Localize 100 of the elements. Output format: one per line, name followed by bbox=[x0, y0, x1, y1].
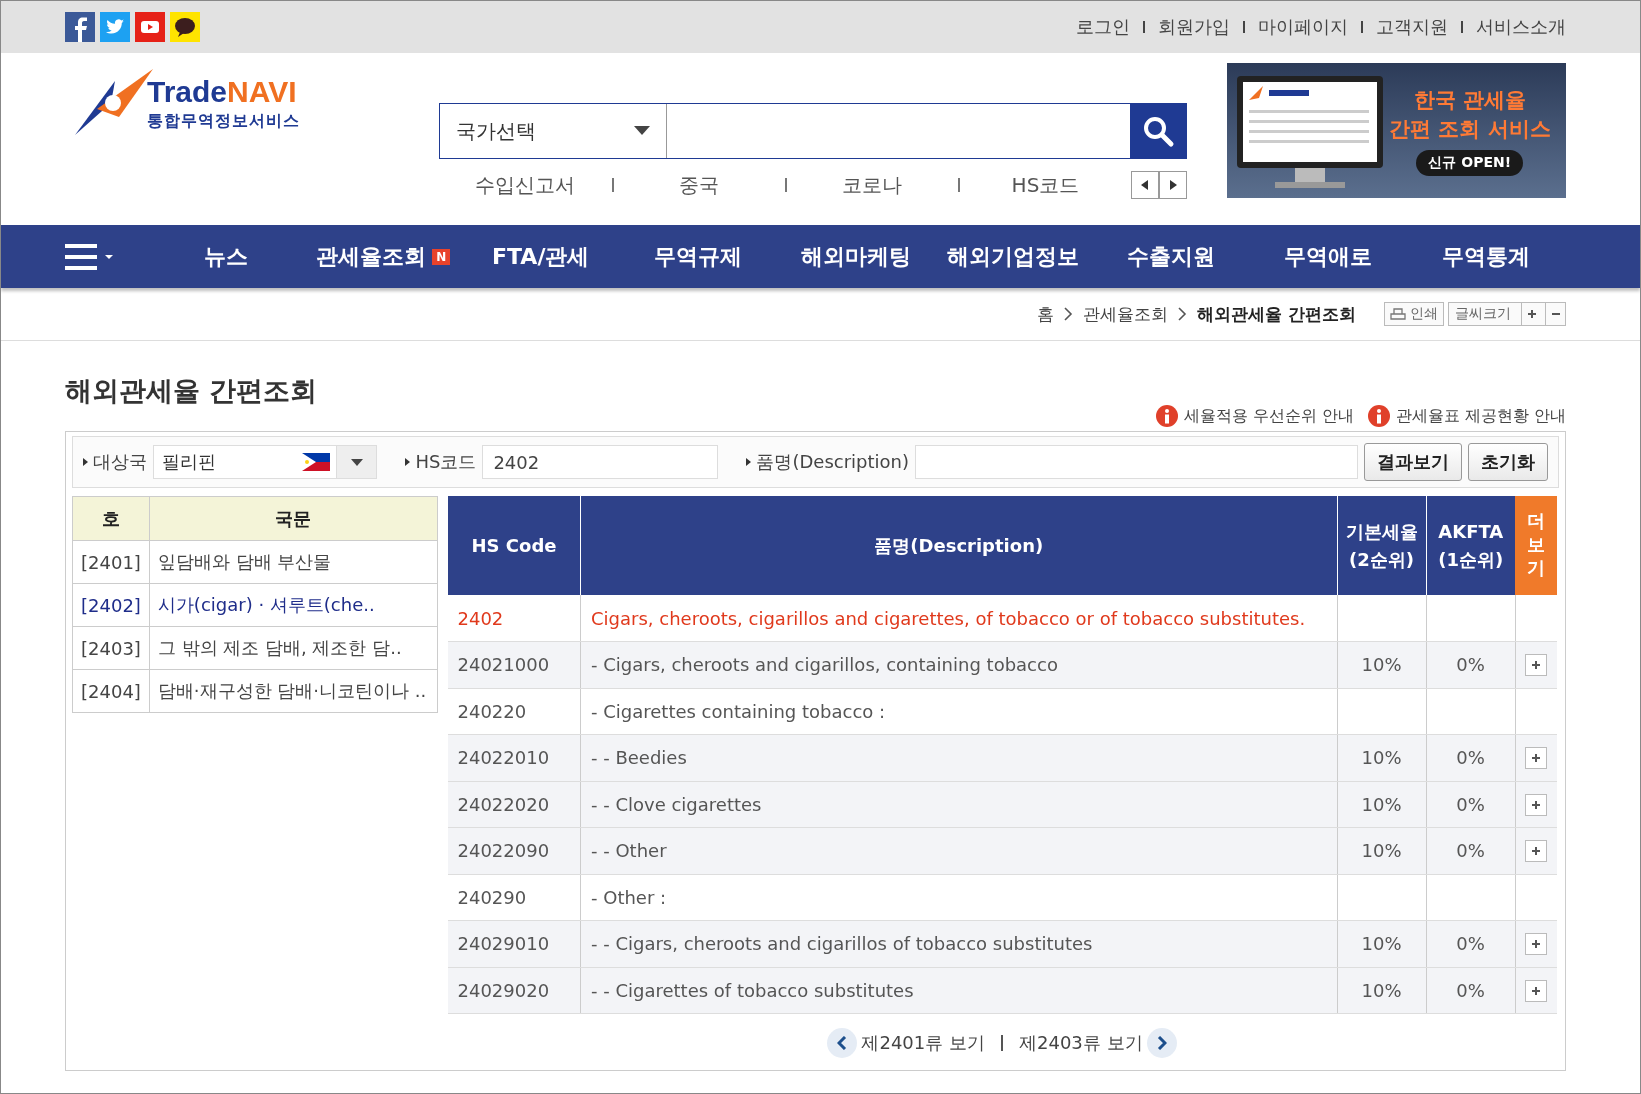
table-cell: 잎담배와 담배 부산물 bbox=[149, 540, 438, 584]
table-cell: [2402] bbox=[72, 583, 150, 627]
previous-button[interactable] bbox=[1131, 171, 1159, 199]
logo-title: TradeNAVI bbox=[147, 76, 298, 107]
plus-icon bbox=[1531, 660, 1542, 671]
country-label: 대상국 bbox=[83, 450, 147, 474]
filter-button[interactable]: 초기화 bbox=[1468, 443, 1548, 481]
table-cell: 240290 bbox=[447, 874, 581, 921]
description-field[interactable] bbox=[915, 445, 1358, 479]
column-header: 품명(Description) bbox=[580, 496, 1337, 595]
table-cell: 10% bbox=[1337, 967, 1426, 1014]
info-link[interactable]: 관세율표 제공현황 안내 bbox=[1367, 405, 1566, 427]
heading-row[interactable]: [2403] 그 밖의 제조 담배, 제조한 담.. bbox=[72, 626, 438, 670]
table-cell: 24021000 bbox=[447, 641, 581, 688]
banner-headline: 간편 조회 서비스 bbox=[1389, 115, 1551, 143]
table-cell: 0% bbox=[1426, 827, 1515, 874]
table-cell: - Cigarettes containing tobacco : bbox=[580, 688, 1337, 735]
table-cell: 0% bbox=[1426, 641, 1515, 688]
table-cell: 10% bbox=[1337, 641, 1426, 688]
table-cell: 24022020 bbox=[447, 781, 581, 828]
table-cell: - - Cigarettes of tobacco substitutes bbox=[580, 967, 1337, 1014]
twitter-icon[interactable] bbox=[100, 12, 130, 42]
filter-button[interactable]: 결과보기 bbox=[1364, 443, 1462, 481]
hs-code-field[interactable]: 2402 bbox=[482, 445, 719, 479]
table-cell: Cigars, cheroots, cigarillos and cigarettes, of tobacco or of tobacco substitutes. bbox=[580, 595, 1337, 642]
breadcrumb-link[interactable]: 해외관세율 간편조회 bbox=[1197, 302, 1356, 326]
quick-link[interactable]: 수입신고서 bbox=[439, 171, 612, 199]
nav-item[interactable]: 무역규제 bbox=[619, 241, 777, 272]
expand-button[interactable] bbox=[1525, 793, 1548, 816]
nav-item[interactable]: 뉴스 bbox=[147, 241, 305, 272]
table-cell: 24022010 bbox=[447, 734, 581, 781]
flag-icon bbox=[302, 453, 331, 471]
table-cell: [2404] bbox=[72, 669, 150, 713]
nav-item[interactable]: 수출지원 bbox=[1092, 241, 1250, 272]
nav-item[interactable]: 해외기업정보 bbox=[934, 241, 1092, 272]
heading-row[interactable]: [2404] 담배·재구성한 담배·니코틴이나 .. bbox=[72, 669, 438, 713]
column-header: HS Code bbox=[447, 496, 581, 595]
table-cell: - - Cigars, cheroots and cigarillos of tobacco substitutes bbox=[580, 920, 1337, 967]
table-cell: 24029020 bbox=[447, 967, 581, 1014]
breadcrumb-link[interactable]: 홈 bbox=[1037, 302, 1055, 326]
chevron-left-icon bbox=[827, 1028, 858, 1058]
table-cell: 그 밖의 제조 담배, 제조한 담.. bbox=[149, 626, 438, 670]
expand-button[interactable] bbox=[1525, 933, 1548, 956]
expand-button[interactable] bbox=[1525, 654, 1548, 677]
chevron-right-icon bbox=[1146, 1028, 1177, 1058]
table-cell: - - Beedies bbox=[580, 734, 1337, 781]
chevron-right-icon bbox=[1178, 307, 1188, 321]
info-link[interactable]: 세율적용 우선순위 안내 bbox=[1155, 405, 1354, 427]
heading-row[interactable]: [2401] 잎담배와 담배 부산물 bbox=[72, 540, 438, 584]
triangle-right-icon bbox=[1169, 180, 1177, 190]
table-cell: - Other : bbox=[580, 874, 1337, 921]
banner-badge: 신규 OPEN! bbox=[1416, 149, 1524, 176]
chevron-right-icon bbox=[1064, 307, 1074, 321]
table-cell: 10% bbox=[1337, 734, 1426, 781]
youtube-icon[interactable] bbox=[135, 12, 165, 42]
column-header: AKFTA (1순위) bbox=[1426, 496, 1515, 595]
nav-item[interactable]: FTA/관세 bbox=[462, 241, 620, 272]
table-cell: [2403] bbox=[72, 626, 150, 670]
info-icon bbox=[1367, 405, 1390, 427]
print-button[interactable]: 인쇄 bbox=[1384, 302, 1444, 326]
plus-icon bbox=[1531, 753, 1542, 764]
breadcrumb-link[interactable]: 관세율조회 bbox=[1083, 302, 1169, 326]
triangle-left-icon bbox=[1141, 180, 1149, 190]
column-header: 기본세율 (2순위) bbox=[1337, 496, 1426, 595]
table-cell: 담배·재구성한 담배·니코틴이나 .. bbox=[149, 669, 438, 713]
next-link[interactable]: 제2403류 보기 bbox=[1019, 1028, 1177, 1058]
plus-icon bbox=[1531, 939, 1542, 950]
facebook-icon[interactable] bbox=[65, 12, 95, 42]
expand-button[interactable] bbox=[1525, 979, 1548, 1002]
nav-item[interactable]: 무역애로 bbox=[1249, 241, 1407, 272]
table-cell: 24029010 bbox=[447, 920, 581, 967]
table-cell: - Cigars, cheroots and cigarillos, containing tobacco bbox=[580, 641, 1337, 688]
expand-button[interactable] bbox=[1525, 840, 1548, 863]
font-size-label: 글씨크기 bbox=[1455, 305, 1511, 323]
column-header: 국문 bbox=[149, 496, 438, 541]
page-title: 해외관세율 간편조회 bbox=[65, 374, 319, 408]
promo-banner[interactable]: 한국 관세율 간편 조회 서비스 신규 OPEN! bbox=[1227, 63, 1566, 198]
nav-item[interactable]: 관세율조회 N bbox=[304, 241, 462, 272]
nav-item[interactable]: 무역통계 bbox=[1407, 241, 1565, 272]
printer-icon bbox=[1390, 308, 1406, 320]
new-badge: N bbox=[432, 248, 451, 265]
country-dropdown[interactable]: 필리핀 bbox=[153, 445, 378, 479]
plus-icon bbox=[1531, 846, 1542, 857]
top-link[interactable]: 로그인 bbox=[1063, 15, 1143, 39]
table-cell: 0% bbox=[1426, 781, 1515, 828]
table-cell: [2401] bbox=[72, 540, 150, 584]
previous-link[interactable]: 제2401류 보기 bbox=[827, 1028, 985, 1058]
next-button[interactable] bbox=[1159, 171, 1187, 199]
chat-icon[interactable] bbox=[170, 12, 200, 42]
table-cell: 240220 bbox=[447, 688, 581, 735]
dropdown-toggle[interactable] bbox=[336, 446, 377, 478]
description-label: 품명(Description) bbox=[746, 450, 909, 474]
expand-button[interactable] bbox=[1525, 747, 1548, 770]
plus-icon bbox=[1531, 799, 1542, 810]
table-cell: 0% bbox=[1426, 920, 1515, 967]
caret-icon bbox=[350, 458, 363, 466]
hs-code-label: HS코드 bbox=[405, 450, 477, 474]
table-cell: 10% bbox=[1337, 781, 1426, 828]
heading-row[interactable]: [2402] 시가(cigar) · 셔루트(che.. bbox=[72, 583, 438, 627]
nav-item[interactable]: 해외마케팅 bbox=[777, 241, 935, 272]
